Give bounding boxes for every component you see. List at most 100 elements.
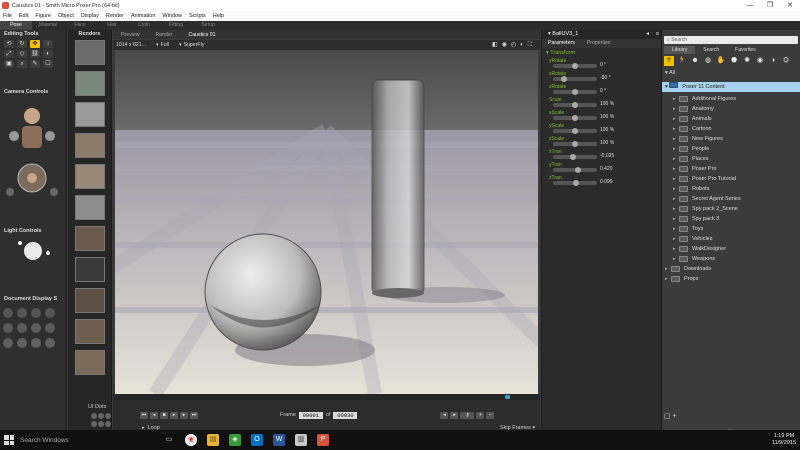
system-clock[interactable]: 1:19 PM 11/9/2015 — [772, 433, 796, 447]
app-icon[interactable]: ◈ — [229, 434, 241, 446]
ui-dots-grid[interactable] — [90, 412, 112, 430]
render-toolbar-icons[interactable]: ◧◉◴◐⛶ — [492, 41, 536, 49]
chrome-icon[interactable]: ◉ — [185, 434, 197, 446]
render-thumbnail[interactable] — [74, 195, 105, 220]
library-folder-item[interactable]: ▸ WalkDesigner — [665, 244, 798, 254]
library-folder-item[interactable]: ▸ Vehicles — [665, 234, 798, 244]
go-to-end-button[interactable]: ⏭ — [190, 411, 198, 419]
library-top-folder[interactable]: ▸ Props — [665, 274, 798, 284]
library-folder-item[interactable]: ▸ Spy pack 2_Scene — [665, 204, 798, 214]
render-thumbnail[interactable] — [74, 71, 105, 96]
render-thumbnail[interactable] — [74, 350, 105, 375]
add-keyframe-button[interactable]: + — [476, 411, 485, 419]
direct-manipulation-icon[interactable]: ☐ — [43, 60, 53, 68]
parameter-dial[interactable] — [553, 167, 597, 173]
outlook-icon[interactable]: O — [251, 434, 263, 446]
props-category-icon[interactable]: ⬣ — [729, 56, 739, 66]
tab-properties[interactable]: Properties — [581, 39, 617, 48]
menu-animation[interactable]: Animation — [131, 13, 155, 19]
library-top-folder[interactable]: ▸ Downloads — [665, 264, 798, 274]
tab-setup[interactable]: Setup — [192, 21, 224, 30]
parameter-value[interactable]: -90 ° — [600, 75, 611, 81]
tab-preview[interactable]: Preview — [113, 32, 147, 38]
windows-start-icon[interactable] — [4, 435, 14, 445]
parameter-value[interactable]: 0 ° — [600, 62, 606, 68]
menu-file[interactable]: File — [3, 13, 12, 19]
parameter-dial-knob[interactable] — [572, 89, 578, 95]
parameter-value[interactable]: 100 % — [600, 127, 614, 133]
parameter-row[interactable]: xScale 100 % — [542, 110, 661, 123]
library-folder-item[interactable]: ▸ Cartoon — [665, 124, 798, 134]
hair-category-icon[interactable]: ◍ — [703, 56, 713, 66]
library-filter[interactable]: ▾ All — [665, 70, 675, 76]
poser-taskbar-icon[interactable]: P — [317, 434, 329, 446]
parameter-dial-knob[interactable] — [575, 167, 582, 173]
menu-display[interactable]: Display — [81, 13, 99, 19]
tab-fitting[interactable]: Fitting — [160, 21, 192, 30]
size-mode-select[interactable]: Full — [161, 42, 169, 48]
menu-edit[interactable]: Edit — [19, 13, 28, 19]
menu-figure[interactable]: Figure — [35, 13, 51, 19]
parameter-value[interactable]: 0 ° — [600, 88, 606, 94]
parameter-row[interactable]: xTran -0.025 — [542, 149, 661, 162]
tab-face[interactable]: Face — [64, 21, 96, 30]
parameter-row[interactable]: Scale 100 % — [542, 97, 661, 110]
twist-tool-icon[interactable]: ↻ — [17, 40, 27, 48]
parameter-dial[interactable] — [553, 154, 597, 160]
close-button[interactable]: ✕ — [780, 0, 800, 11]
step-forward-button[interactable]: ▸ — [180, 411, 188, 419]
prev-keyframe-button[interactable]: ◂ — [440, 411, 449, 419]
library-folder-item[interactable]: ▸ Additional Figures — [665, 94, 798, 104]
add-folder-icon[interactable]: ▢ + — [664, 412, 677, 420]
library-search-input[interactable]: ⌕ Search — [664, 36, 798, 44]
figures-category-icon[interactable]: ☥ — [664, 56, 674, 66]
tab-material[interactable]: Material — [32, 21, 64, 30]
parameter-value[interactable]: 100 % — [600, 140, 614, 146]
parameter-row[interactable]: xRotate -90 ° — [542, 71, 661, 84]
library-folder-item[interactable]: ▸ Poser Pro Tutorial — [665, 174, 798, 184]
task-view-icon[interactable]: ▭ — [163, 434, 175, 446]
parameter-dial-knob[interactable] — [570, 154, 577, 160]
minimize-button[interactable]: — — [740, 0, 760, 11]
stop-button[interactable]: ■ — [160, 411, 168, 419]
menu-scripts[interactable]: Scripts — [189, 13, 206, 19]
parameter-dial-knob[interactable] — [572, 115, 578, 121]
group-transform[interactable]: ▾ Transform — [542, 48, 661, 58]
library-folder-item[interactable]: ▸ Toys — [665, 224, 798, 234]
next-keyframe-button[interactable]: ▸ — [450, 411, 459, 419]
chain-break-icon[interactable]: ⛓ — [30, 50, 40, 58]
render-viewport[interactable] — [115, 50, 538, 394]
library-folder-item[interactable]: ▸ Weapons — [665, 254, 798, 264]
render-thumbnail[interactable] — [74, 164, 105, 189]
chevron-left-icon[interactable]: ◂ — [646, 30, 649, 39]
word-icon[interactable]: W — [273, 434, 285, 446]
remove-keyframe-button[interactable]: − — [486, 411, 495, 419]
current-frame-field[interactable]: 00001 — [298, 411, 323, 419]
keyframe-key-button[interactable]: ⚷ — [460, 411, 475, 419]
library-folder-item[interactable]: ▸ Robots — [665, 184, 798, 194]
render-thumbnail[interactable] — [74, 133, 105, 158]
menu-render[interactable]: Render — [106, 13, 124, 19]
parameter-dial[interactable] — [553, 76, 597, 82]
parameter-dial[interactable] — [553, 180, 597, 186]
library-folder-item[interactable]: ▸ New Figures — [665, 134, 798, 144]
hands-category-icon[interactable]: ✋ — [716, 56, 726, 66]
parameter-dial-knob[interactable] — [560, 76, 567, 82]
parameter-value[interactable]: 100 % — [600, 114, 614, 120]
expression-category-icon[interactable]: ☻ — [690, 56, 700, 66]
chevron-down-icon[interactable]: ▾ — [156, 42, 159, 48]
actor-selector[interactable]: ▾ BallUV3_1 ◂ ≡ — [542, 30, 661, 39]
morph-brush-icon[interactable]: ✎ — [30, 60, 40, 68]
parameter-row[interactable]: zScale 100 % — [542, 136, 661, 149]
timeline-handle[interactable] — [505, 395, 510, 399]
step-back-button[interactable]: ◂ — [150, 411, 158, 419]
go-to-start-button[interactable]: ⏮ — [140, 411, 148, 419]
app-icon[interactable]: ▥ — [295, 434, 307, 446]
parameter-dial[interactable] — [553, 89, 597, 95]
menu-object[interactable]: Object — [58, 13, 74, 19]
render-thumbnail[interactable] — [74, 319, 105, 344]
tab-search[interactable]: Search — [695, 46, 727, 54]
chevron-down-icon[interactable]: ▾ — [179, 42, 182, 48]
parameter-dial[interactable] — [553, 63, 597, 69]
menu-window[interactable]: Window — [162, 13, 182, 19]
